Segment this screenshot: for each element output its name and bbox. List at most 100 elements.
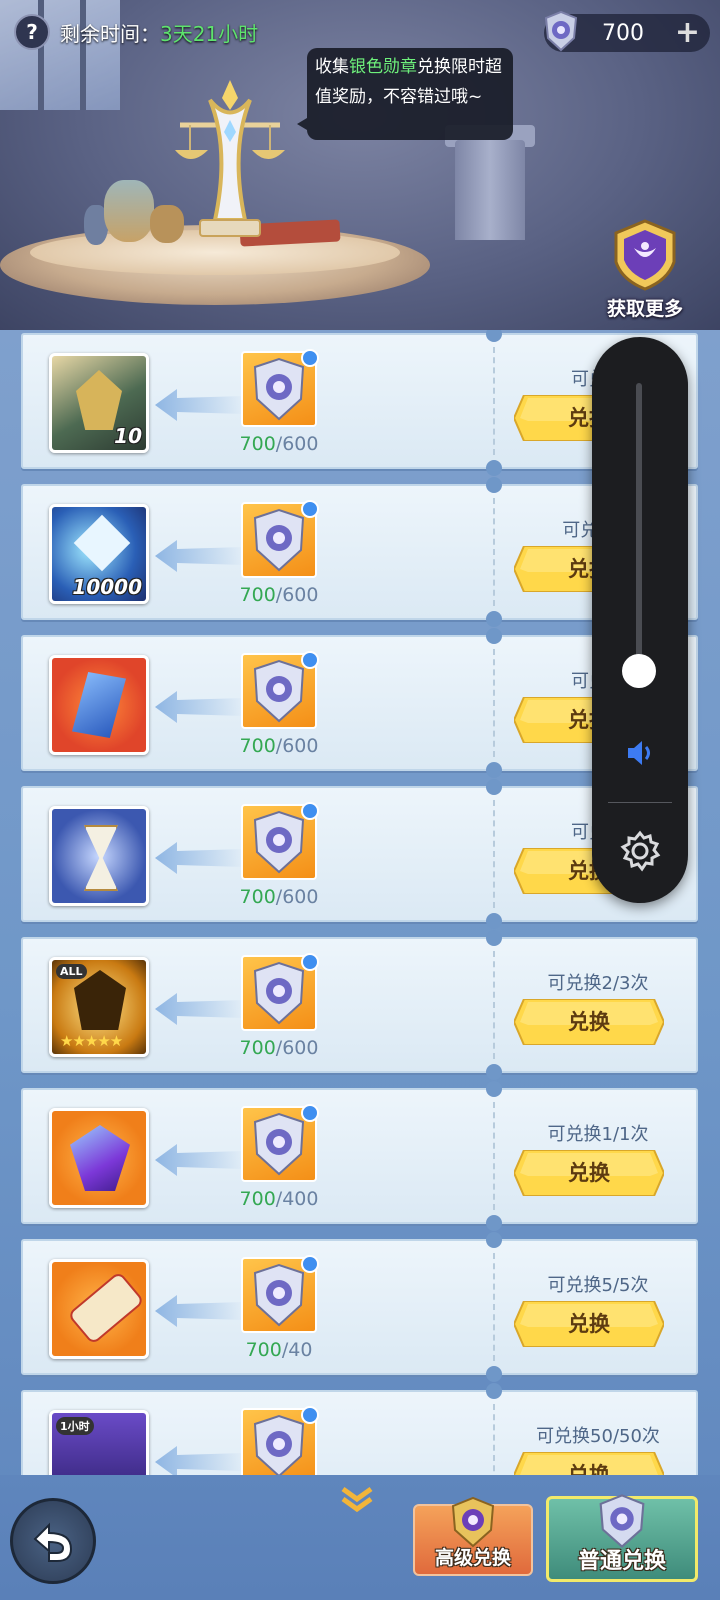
cost-progress: 700/400 xyxy=(229,1188,329,1210)
cost-progress: 700/600 xyxy=(229,1037,329,1059)
volume-divider xyxy=(608,802,672,803)
cost-have: 700 xyxy=(239,1037,276,1059)
scroll-down-icon xyxy=(341,1486,373,1513)
silver-medal-icon xyxy=(241,349,319,427)
volume-slider-knob[interactable] xyxy=(622,654,656,688)
timer-value: 3天21小时 xyxy=(160,21,259,46)
tab-advanced-exchange[interactable]: 高级兑换 xyxy=(413,1496,533,1576)
ticket-notch xyxy=(486,330,502,342)
clock-icon xyxy=(301,953,319,971)
purple-badge-icon xyxy=(614,219,676,291)
crystal-shard-icon[interactable]: 10000 xyxy=(49,504,149,604)
cost-progress: 700/40 xyxy=(229,1339,329,1361)
exchange-button[interactable]: 兑换 xyxy=(514,1150,664,1196)
cost-progress: 700/600 xyxy=(229,584,329,606)
tooltip-highlight: 银色勋章 xyxy=(349,57,417,77)
ticket-notch xyxy=(486,779,502,795)
cost-need: /600 xyxy=(275,433,319,455)
cost-have: 700 xyxy=(245,1339,282,1361)
cost-have: 700 xyxy=(239,584,276,606)
silver-medal-icon xyxy=(241,1406,319,1475)
pedestal xyxy=(455,140,525,240)
silver-medal-icon xyxy=(241,953,319,1031)
cost-have: 700 xyxy=(239,1188,276,1210)
tab-advanced-label: 高级兑换 xyxy=(434,1547,511,1569)
silver-medal-icon xyxy=(544,10,578,52)
cost-progress: 700/600 xyxy=(229,433,329,455)
exchange-button[interactable]: 兑换 xyxy=(514,999,664,1045)
exchange-button-label: 兑换 xyxy=(568,1161,610,1185)
ticket-divider xyxy=(493,1102,495,1210)
exchange-arrow-icon xyxy=(155,842,245,874)
ticket-divider xyxy=(493,498,495,606)
cost-need: /40 xyxy=(281,1339,313,1361)
golden-helmet-icon[interactable]: ★★★★★ ALL xyxy=(49,957,149,1057)
exchange-limit: 可兑换1/1次 xyxy=(547,1124,649,1145)
clock-icon xyxy=(301,802,319,820)
ticket-divider xyxy=(493,1404,495,1475)
exchange-button-label: 兑换 xyxy=(568,1010,610,1034)
currency-bar: 700 + xyxy=(544,10,710,52)
exchange-arrow-icon xyxy=(155,691,245,723)
cost-have: 700 xyxy=(239,433,276,455)
clock-icon xyxy=(301,500,319,518)
clock-icon xyxy=(301,651,319,669)
reward-tag: ALL xyxy=(56,964,87,979)
exchange-button-label: 兑换 xyxy=(568,1312,610,1336)
silver-medal-icon xyxy=(241,802,319,880)
hourglass-icon[interactable] xyxy=(49,806,149,906)
exchange-arrow-icon xyxy=(155,1446,245,1475)
tooltip-prefix: 收集 xyxy=(315,57,349,77)
cost-need: /400 xyxy=(275,1188,319,1210)
cost-have: 700 xyxy=(239,735,276,757)
help-button[interactable]: ? xyxy=(14,14,50,50)
timer-bar: ? 剩余时间： 3天21小时 xyxy=(14,14,258,50)
exchange-arrow-icon xyxy=(155,993,245,1025)
exchange-limit: 可兑换5/5次 xyxy=(547,1275,649,1296)
tab-normal-exchange[interactable]: 普通兑换 xyxy=(546,1494,698,1582)
speaker-icon[interactable] xyxy=(622,735,658,771)
cost-progress: 700/600 xyxy=(229,735,329,757)
exchange-row: 1小时 可兑换50/50次 兑换 xyxy=(21,1383,698,1475)
scale-trophy-icon xyxy=(175,80,285,237)
info-tooltip: 收集银色勋章兑换限时超值奖励，不容错过哦~ xyxy=(297,48,513,140)
ticket-divider xyxy=(493,347,495,455)
ticket-notch xyxy=(486,1081,502,1097)
blue-gem-icon[interactable] xyxy=(49,655,149,755)
ticket-notch xyxy=(486,1366,502,1382)
exchange-row: 700/400 可兑换1/1次 兑换 xyxy=(21,1081,698,1231)
back-arrow-icon xyxy=(33,1522,73,1562)
silver-medal-icon xyxy=(241,1255,319,1333)
ticket-notch xyxy=(486,762,502,778)
exchange-limit: 可兑换50/50次 xyxy=(536,1426,660,1447)
reward-count: 10000 xyxy=(72,575,142,599)
exchange-arrow-icon xyxy=(155,1144,245,1176)
speedup-icon[interactable]: 1小时 xyxy=(49,1410,149,1475)
back-button[interactable] xyxy=(10,1498,96,1584)
tab-normal-label: 普通兑换 xyxy=(577,1549,666,1574)
vase-2 xyxy=(104,180,154,242)
exchange-button[interactable]: 兑换 xyxy=(514,1301,664,1347)
silver-medal-icon xyxy=(241,500,319,578)
exchange-button[interactable]: 兑换 xyxy=(514,1452,664,1475)
cost-need: /600 xyxy=(275,735,319,757)
exchange-limit: 可兑换2/3次 xyxy=(547,973,649,994)
scroll-icon[interactable] xyxy=(49,1259,149,1359)
get-more-label: 获取更多 xyxy=(606,298,683,320)
hero-card-icon[interactable]: 10 xyxy=(49,353,149,453)
exchange-arrow-icon xyxy=(155,1295,245,1327)
ticket-notch xyxy=(486,460,502,476)
cost-need: /600 xyxy=(275,1037,319,1059)
settings-gear-icon[interactable] xyxy=(618,829,662,873)
cost-progress: 700/600 xyxy=(229,886,329,908)
volume-slider-track[interactable] xyxy=(636,383,642,683)
reward-count: 10 xyxy=(114,424,142,448)
ticket-divider xyxy=(493,951,495,1059)
purple-gem-icon[interactable] xyxy=(49,1108,149,1208)
question-icon: ? xyxy=(26,20,38,44)
exchange-arrow-icon xyxy=(155,540,245,572)
add-currency-button[interactable]: + xyxy=(675,15,700,50)
ticket-notch xyxy=(486,477,502,493)
clock-icon xyxy=(301,1104,319,1122)
get-more-button[interactable]: 获取更多 xyxy=(600,218,690,320)
